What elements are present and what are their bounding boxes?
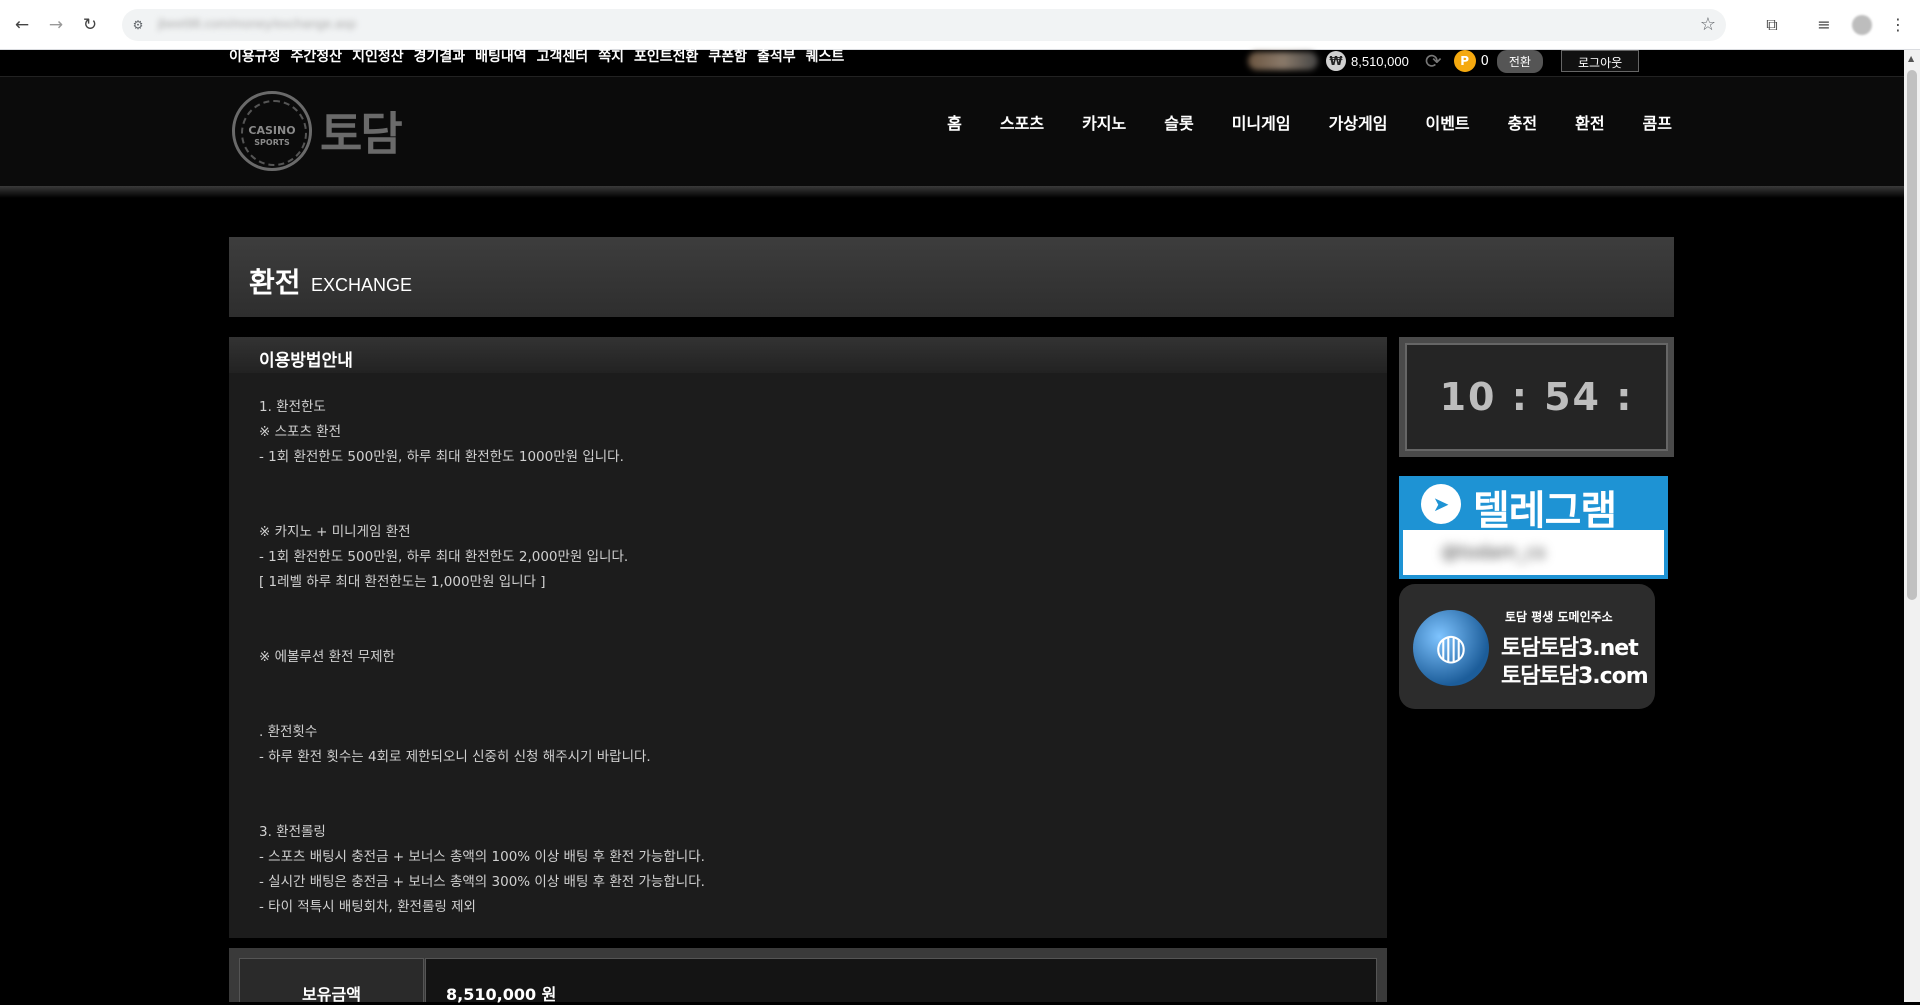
util-nav-item[interactable]: 쿠폰함 [708,50,747,64]
guide-line: ※ 카지노 + 미니게임 환전 [259,524,411,540]
util-bar: 이용규정 주간정산 지인정산 경기결과 배팅내역 고객센터 쪽지 포인트전환 쿠… [0,49,1904,76]
main-nav: 홈 스포츠 카지노 슬롯 미니게임 가상게임 이벤트 충전 환전 콤프 [947,110,1672,134]
domain-banner[interactable]: ◍ 토담 평생 도메인주소 토담토담3.net 토담토담3.com [1399,584,1655,709]
balance-value: 8,510,000 원 [446,985,557,1004]
usage-guide: 이용방법안내 1. 환전한도 ※ 스포츠 환전 - 1회 환전한도 500만원,… [229,337,1387,938]
scroll-up-icon[interactable]: ▲ [1908,54,1914,63]
util-nav-item[interactable]: 출석부 [757,50,796,64]
emblem-bottom-text: SPORTS [254,138,290,147]
guide-line: - 1회 환전한도 500만원, 하루 최대 환전한도 1000만원 입니다. [259,449,624,465]
balance-label: 보유금액 [239,958,424,1004]
main-nav-item[interactable]: 슬롯 [1164,110,1193,134]
site-header: CASINO SPORTS 토담 홈 스포츠 카지노 슬롯 미니게임 가상게임 … [0,76,1904,186]
back-icon[interactable]: ← [10,13,34,37]
menu-dots-icon[interactable]: ⋮ [1886,13,1910,37]
main-nav-item[interactable]: 카지노 [1082,110,1126,134]
digital-clock: 10 : 54 : 06 [1399,337,1674,523]
forward-icon[interactable]: → [44,13,68,37]
user-name-blurred [1248,52,1318,70]
guide-line: - 실시간 배팅은 충전금 + 보너스 총액의 300% 이상 배팅 후 환전 … [259,874,705,890]
page-subtitle: EXCHANGE [311,275,413,295]
telegram-banner[interactable]: ➤ 텔레그램 @todam_cs [1399,476,1668,579]
guide-header: 이용방법안내 [229,337,1387,373]
util-nav-item[interactable]: 주간정산 [291,50,343,64]
domain-caption: 토담 평생 도메인주소 [1505,610,1613,624]
util-nav-item[interactable]: 배팅내역 [475,50,527,64]
guide-line: - 하루 환전 횟수는 4회로 제한되오니 신중히 신청 해주시기 바랍니다. [259,749,651,765]
guide-line: [ 1레벨 하루 최대 환전한도는 1,000만원 입니다 ] [259,574,546,590]
util-nav-item[interactable]: 퀘스트 [806,50,845,64]
convert-points-button[interactable]: 전환 [1496,49,1543,73]
page-title: 환전 [249,266,301,299]
guide-line: - 스포츠 배팅시 충전금 + 보너스 총액의 100% 이상 배팅 후 환전 … [259,849,705,865]
browser-toolbar: ← → ↻ ⚙ jbeet98.com/money/exchange.asp ☆… [0,0,1920,50]
guide-line: ※ 스포츠 환전 [259,424,341,440]
page-title-bar: 환전 EXCHANGE [229,237,1674,317]
guide-line: 3. 환전롤링 [259,824,326,840]
guide-line: - 타이 적특시 배팅회차, 환전롤링 제외 [259,899,476,915]
media-icon[interactable]: ≡ [1812,13,1836,37]
guide-line: - 1회 환전한도 500만원, 하루 최대 환전한도 2,000만원 입니다. [259,549,629,565]
user-balance: 8,510,000 [1351,53,1409,69]
profile-avatar[interactable] [1852,15,1872,35]
clock-time: 10 : 54 : 06 [1405,343,1668,523]
guide-line: ※ 에볼루션 환전 무제한 [259,649,395,665]
scroll-thumb[interactable] [1907,70,1917,600]
guide-line: 1. 환전한도 [259,399,326,415]
util-nav-item[interactable]: 포인트전환 [634,50,698,64]
telegram-id: @todam_cs [1441,542,1546,563]
telegram-icon: ➤ [1421,484,1461,524]
balance-row: 보유금액 8,510,000 원 [229,948,1387,1004]
util-nav-item[interactable]: 경기결과 [414,50,466,64]
extensions-icon[interactable]: ⧉ [1760,13,1784,37]
page-scrollbar[interactable]: ▲ [1904,50,1920,1002]
url-text: jbeet98.com/money/exchange.asp [158,16,357,31]
refresh-icon[interactable]: ⟳ [1425,49,1442,73]
emblem-top-text: CASINO [248,124,296,137]
main-nav-item[interactable]: 이벤트 [1425,110,1469,134]
guide-heading: 이용방법안내 [259,351,353,371]
balance-value-cell: 8,510,000 원 [425,958,1377,1004]
telegram-id-box: @todam_cs [1403,530,1664,575]
main-nav-item[interactable]: 환전 [1575,110,1604,134]
main-nav-item[interactable]: 홈 [947,110,962,134]
main-nav-item[interactable]: 미니게임 [1232,110,1291,134]
util-nav-item[interactable]: 쪽지 [598,50,624,64]
domain-url-2: 토담토담3.com [1501,664,1649,689]
user-points: 0 [1480,53,1489,69]
brand-name: 토담 [320,107,403,161]
telegram-title: 텔레그램 [1473,488,1617,534]
guide-line: . 환전횟수 [259,724,318,740]
reload-icon[interactable]: ↻ [78,13,102,37]
header-shadow [0,186,1904,198]
util-nav: 이용규정 주간정산 지인정산 경기결과 배팅내역 고객센터 쪽지 포인트전환 쿠… [229,50,844,64]
logout-button[interactable]: 로그아웃 [1560,50,1640,72]
main-nav-item[interactable]: 충전 [1508,110,1537,134]
util-nav-item[interactable]: 고객센터 [537,50,589,64]
site-logo[interactable]: CASINO SPORTS 토담 [232,91,403,171]
util-nav-item[interactable]: 이용규정 [229,50,281,64]
bookmark-star-icon[interactable]: ☆ [1700,14,1716,35]
point-icon: P [1453,50,1476,72]
main-nav-item[interactable]: 콤프 [1643,110,1672,134]
address-bar[interactable]: ⚙ jbeet98.com/money/exchange.asp ☆ [122,9,1726,41]
logo-emblem-icon: CASINO SPORTS [232,91,312,171]
globe-icon: ◍ [1413,610,1489,686]
main-nav-item[interactable]: 스포츠 [1000,110,1044,134]
won-icon: ₩ [1326,51,1346,71]
site-info-icon[interactable]: ⚙ [130,17,146,33]
user-box: ₩ 8,510,000 ⟳ P 0 전환 로그아웃 [1248,49,1640,73]
main-nav-item[interactable]: 가상게임 [1329,110,1388,134]
util-nav-item[interactable]: 지인정산 [352,50,404,64]
